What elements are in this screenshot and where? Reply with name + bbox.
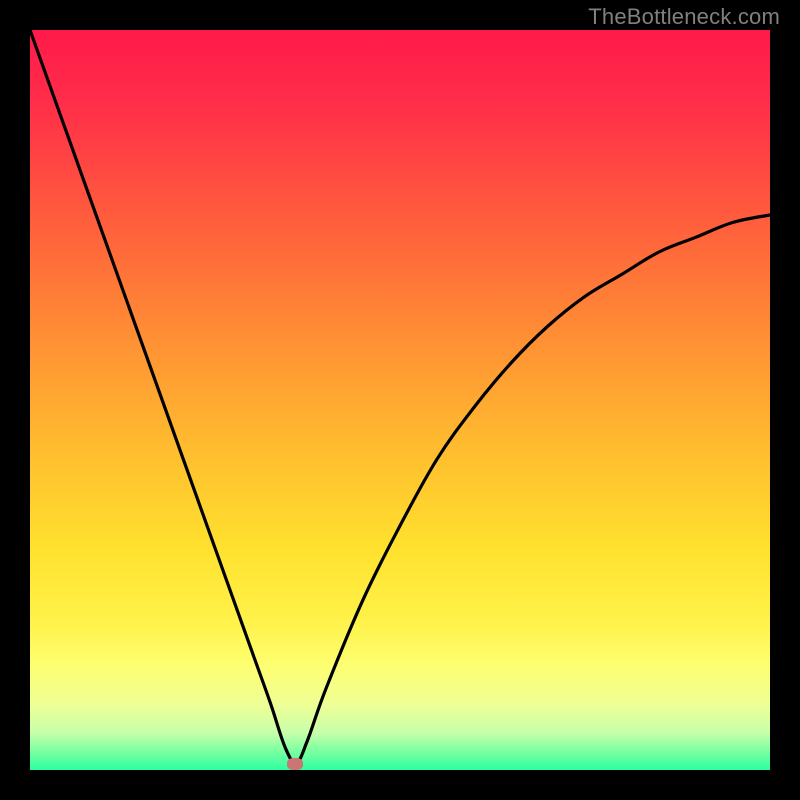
optimal-point-marker	[287, 758, 303, 770]
watermark-text: TheBottleneck.com	[588, 4, 780, 30]
chart-outer: TheBottleneck.com	[0, 0, 800, 800]
bottleneck-curve	[30, 30, 770, 770]
plot-area	[30, 30, 770, 770]
